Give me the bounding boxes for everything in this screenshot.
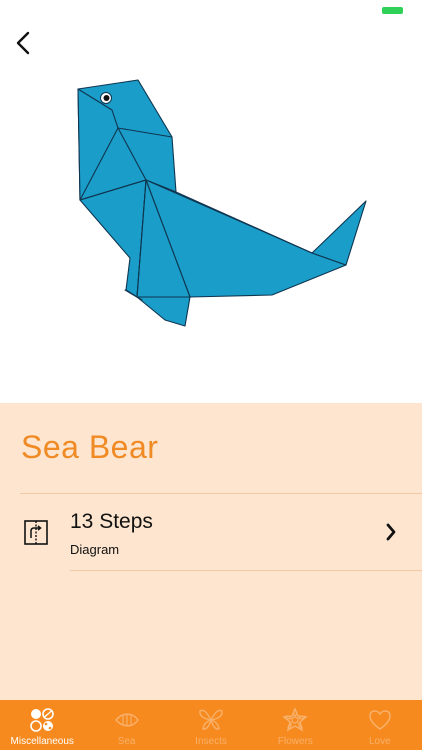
tab-label: Sea [117,736,136,747]
tab-label: Insects [195,736,227,747]
heart-icon [365,706,395,734]
back-button[interactable] [8,28,38,58]
steps-row[interactable]: 13 Steps Diagram [0,494,422,570]
hero-image [0,0,422,403]
tab-flowers[interactable]: Flowers [253,700,337,750]
tab-bar: Miscellaneous Sea Insects Flowers Love [0,700,422,750]
battery-indicator [382,7,403,14]
circles-icon [27,706,57,734]
diagram-icon [24,520,48,545]
page-title: Sea Bear [21,429,159,465]
sea-bear-origami-illustration [77,79,367,327]
flower-icon [280,706,310,734]
tab-sea[interactable]: Sea [84,700,168,750]
butterfly-icon [196,706,226,734]
tab-label: Miscellaneous [10,736,74,747]
tab-label: Love [368,736,391,747]
chevron-right-icon [386,523,396,541]
tab-insects[interactable]: Insects [169,700,253,750]
chevron-left-icon [16,31,30,55]
steps-count: 13 Steps [70,510,153,533]
detail-panel: Sea Bear 13 Steps Diagram [0,403,422,700]
tab-miscellaneous[interactable]: Miscellaneous [0,700,84,750]
fish-icon [112,706,142,734]
tab-label: Flowers [277,736,313,747]
steps-type: Diagram [70,542,120,557]
tab-love[interactable]: Love [338,700,422,750]
divider [70,570,422,571]
